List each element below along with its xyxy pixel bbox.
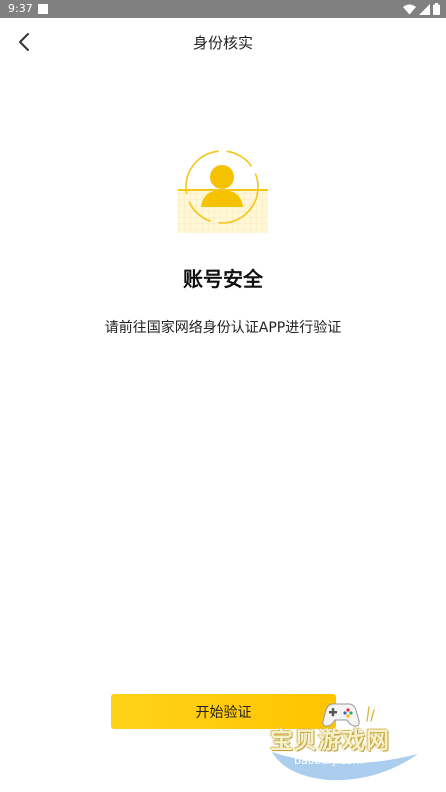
status-icons [403, 3, 440, 15]
notification-icon [38, 4, 48, 14]
message: 请前往国家网络身份认证APP进行验证 [104, 320, 342, 336]
start-verification-button[interactable]: 开始验证 [111, 694, 336, 729]
signal-icon [419, 3, 430, 15]
screen: 9:37 身份核实 账号安全 请前往国家网络身份认证APP进行验证 开始验证 宝… [0, 0, 446, 792]
wifi-icon [403, 4, 416, 14]
watermark-swoosh [272, 752, 418, 781]
status-time: 9:37 [8, 2, 33, 15]
sparkle-icon [366, 706, 375, 722]
watermark-url: baobeiy.com [294, 754, 364, 767]
page-title: 身份核实 [192, 34, 253, 52]
watermark-title: 宝贝游戏网 [270, 728, 390, 754]
id-card-avatar-icon [178, 150, 268, 233]
headline: 账号安全 [183, 267, 263, 291]
header: 身份核实 [0, 18, 446, 66]
status-bar: 9:37 [0, 0, 446, 18]
battery-icon [433, 3, 440, 15]
